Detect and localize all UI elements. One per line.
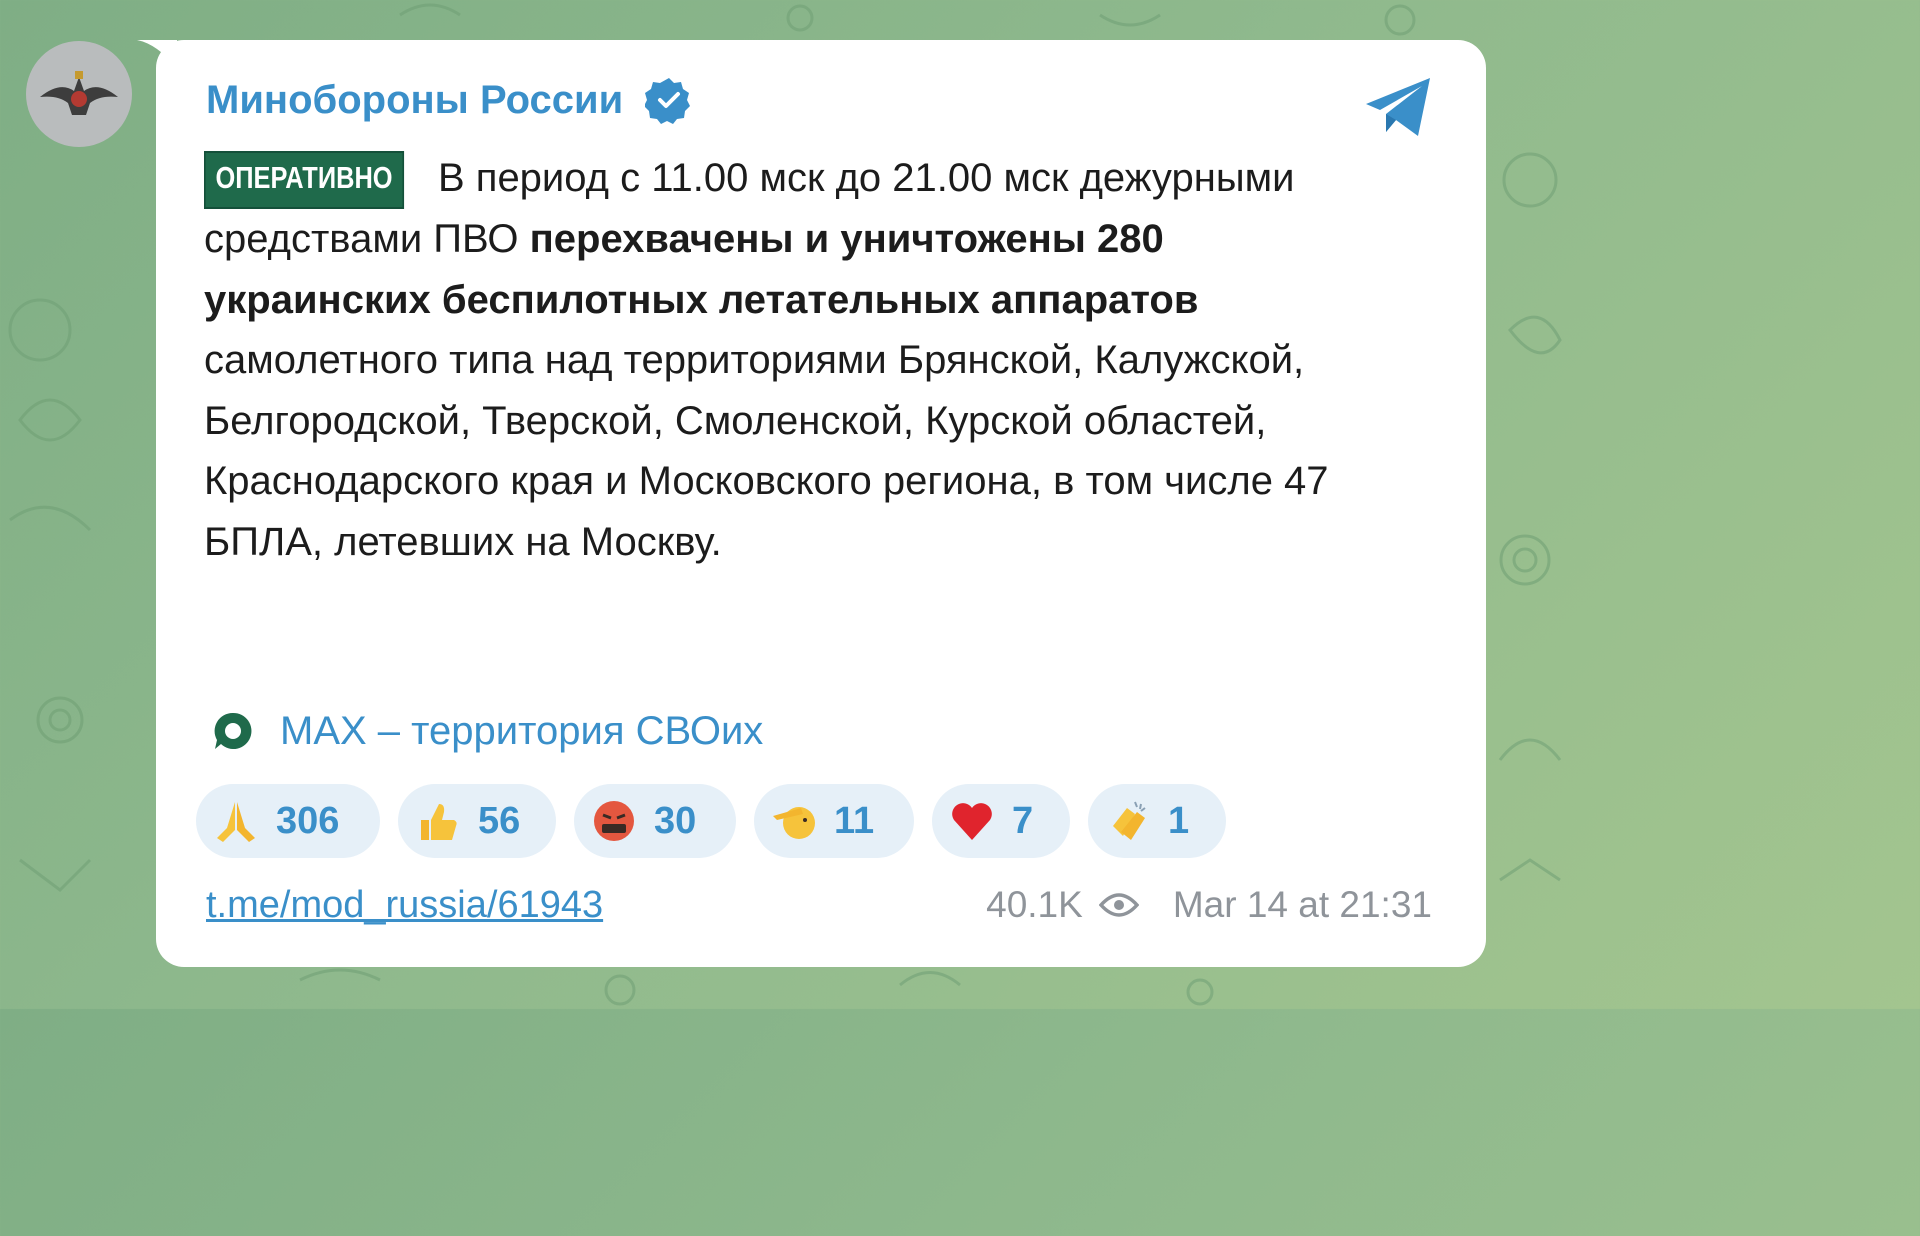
reaction-praying-hands[interactable]: 306 [196,784,380,858]
channel-name-row[interactable]: Минобороны России [206,76,693,124]
reaction-thumbs-up[interactable]: 56 [398,784,556,858]
red-heart-icon [948,797,996,845]
clapping-hands-icon [1104,797,1152,845]
reaction-count: 56 [478,799,521,842]
operative-tag: ОПЕРАТИВНО [204,151,405,209]
reaction-red-heart[interactable]: 7 [932,784,1070,858]
promo-link[interactable]: MAX – территория СВОих [210,708,763,754]
reaction-count: 30 [654,799,697,842]
verified-badge-icon [645,78,691,124]
message-bubble: Минобороны России ОПЕРАТИВНО В период с 1… [156,40,1486,967]
message-footer: t.me/mod_russia/61943 40.1K Mar 14 at 21… [206,880,1432,930]
reaction-count: 7 [1012,799,1034,842]
eye-icon [1098,893,1139,917]
message-meta: 40.1K Mar 14 at 21:31 [986,884,1432,926]
message-text: ОПЕРАТИВНО В период с 11.00 мск до 21.00 … [204,148,1374,572]
praying-hands-icon [212,797,260,845]
eagle-emblem-icon [40,71,118,115]
max-chat-icon [214,712,252,749]
swearing-face-icon [590,797,638,845]
reaction-count: 306 [276,799,340,842]
reaction-count: 11 [834,799,875,842]
post-link[interactable]: t.me/mod_russia/61943 [206,884,603,927]
text-segment: самолетного типа над территориями Брянск… [204,338,1329,564]
promo-link-label[interactable]: MAX – территория СВОих [280,709,763,754]
telegram-share-icon[interactable] [1362,74,1436,140]
timestamp: Mar 14 at 21:31 [1172,884,1432,925]
reaction-saluting-face[interactable]: 11 [754,784,914,858]
reaction-clapping-hands[interactable]: 1 [1088,784,1226,858]
thumbs-up-icon [414,797,462,845]
channel-name[interactable]: Минобороны России [206,78,623,123]
reactions-bar: 306 56 30 11 7 1 [196,784,1226,858]
channel-avatar[interactable] [26,41,132,147]
reaction-count: 1 [1168,799,1190,842]
saluting-face-icon [770,797,818,845]
view-count: 40.1K [986,884,1083,925]
reaction-swearing-face[interactable]: 30 [574,784,736,858]
